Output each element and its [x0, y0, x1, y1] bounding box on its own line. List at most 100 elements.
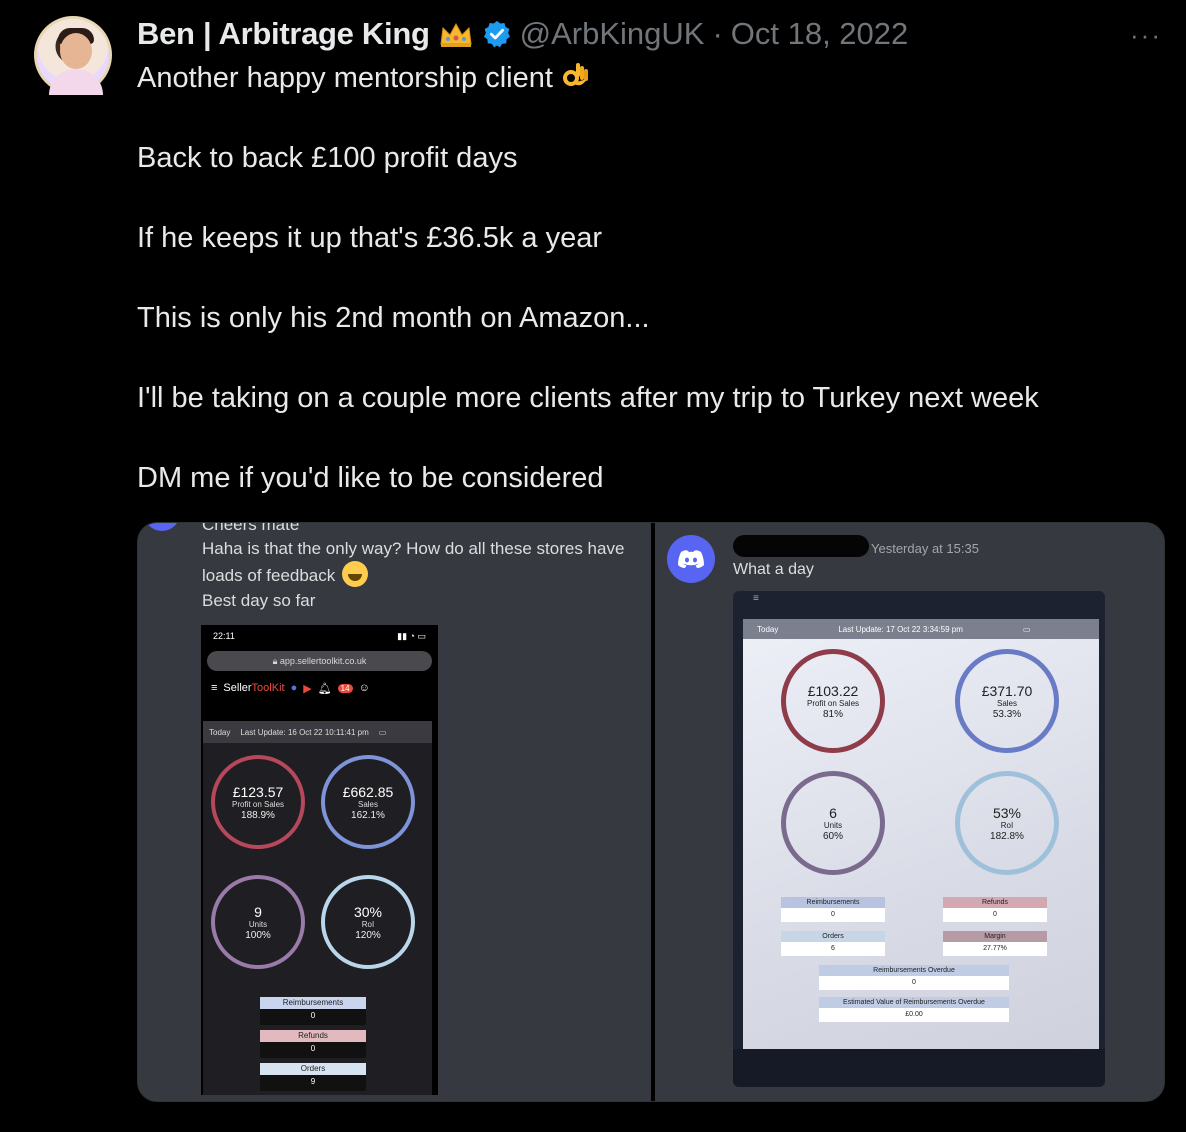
tweet-text: Another happy mentorship client Back to … [137, 58, 1157, 538]
chat-message-3: Best day so far [202, 591, 316, 610]
discord-logo-icon [667, 535, 715, 583]
chat-message-1: Haha is that the only way? How do all th… [202, 539, 625, 558]
monitor-tag-reimbursements: Reimbursements 0 [781, 897, 885, 923]
monitor-tag-orders-label: Orders [781, 931, 885, 942]
ring-profit: £123.57 Profit on Sales 188.9% [211, 755, 305, 849]
ring-profit-pct: 188.9% [241, 809, 275, 821]
author-handle[interactable]: @ArbKingUK [520, 16, 705, 52]
discord-message: What a day [733, 561, 814, 578]
ring-profit-label: Profit on Sales [231, 799, 285, 809]
author-avatar[interactable] [34, 16, 112, 95]
monitor-ring-profit-pct: 81% [822, 708, 843, 720]
ring-roi-pct: 120% [355, 929, 381, 941]
monitor-today: Today [757, 624, 779, 634]
tweet-date[interactable]: Oct 18, 2022 [731, 16, 909, 52]
monitor-tag-est-value-value: £0.00 [819, 1008, 1009, 1022]
monitor-last-update: Last Update: 17 Oct 22 3:34:59 pm [838, 624, 963, 634]
ring-units-label: Units [248, 919, 268, 929]
phone-url: app.sellertoolkit.co.uk [279, 656, 367, 666]
phone-today: Today [209, 727, 231, 737]
monitor-tag-reimb-overdue: Reimbursements Overdue 0 [819, 965, 1009, 991]
pill-orders-label: Orders [260, 1063, 366, 1075]
left-screenshot[interactable]: Cheers mate Haha is that the only way? H… [138, 522, 651, 1101]
pill-reimbursements-label: Reimbursements [260, 997, 366, 1009]
phone-url-bar: 🔒︎ app.sellertoolkit.co.uk [207, 651, 432, 671]
phone-dash-topbar: Today Last Update: 16 Oct 22 10:11:41 pm… [203, 721, 432, 743]
pill-refunds: Refunds 0 [260, 1030, 366, 1058]
avatar-shirt [49, 69, 103, 95]
monitor-ring-roi-value: 53% [992, 804, 1022, 821]
ring-roi: 30% RoI 120% [321, 875, 415, 969]
verified-badge-icon[interactable] [482, 19, 512, 49]
pill-reimbursements: Reimbursements 0 [260, 997, 366, 1025]
facebook-icon: ● [290, 682, 298, 694]
monitor-tag-est-value-label: Estimated Value of Reimbursements Overdu… [819, 997, 1009, 1008]
monitor-ring-sales-value: £371.70 [981, 682, 1033, 699]
brand-toolkit: ToolKit [251, 682, 285, 694]
redacted-username [733, 535, 869, 557]
chat-message-2: loads of feedback [202, 561, 368, 588]
more-options-icon[interactable]: ··· [1130, 20, 1162, 51]
monitor-tag-reimbursements-value: 0 [781, 908, 885, 922]
monitor-ring-roi: 53% RoI 182.8% [955, 771, 1059, 875]
chat-cut-message: Cheers mate [202, 522, 300, 534]
chat-avatar [144, 523, 180, 531]
monitor-tag-margin: Margin 27.77% [943, 931, 1047, 957]
monitor-tag-orders: Orders 6 [781, 931, 885, 957]
tweet-line-5: I'll be taking on a couple more clients … [137, 382, 1039, 414]
tweet-media[interactable]: Cheers mate Haha is that the only way? H… [137, 522, 1165, 1102]
monitor-ring-profit-label: Profit on Sales [806, 698, 860, 708]
monitor-screen: Today Last Update: 17 Oct 22 3:34:59 pm … [743, 619, 1099, 1049]
ring-units-pct: 100% [245, 929, 271, 941]
phone-dashboard: Today Last Update: 16 Oct 22 10:11:41 pm… [203, 721, 432, 1095]
monitor-tag-reimb-overdue-label: Reimbursements Overdue [819, 965, 1009, 976]
monitor-bottom-bezel [733, 1049, 1105, 1087]
monitor-calendar-icon: ▭ [1022, 624, 1031, 634]
monitor-tag-refunds-label: Refunds [943, 897, 1047, 908]
bell-icon: 🔔︎ [317, 682, 332, 695]
phone-app-nav: ≡ Seller ToolKit ● ▶ 🔔︎ 14 ☺ [201, 671, 438, 705]
monitor-ring-units-label: Units [823, 820, 843, 830]
monitor-tag-reimb-overdue-value: 0 [819, 976, 1009, 990]
monitor-tag-margin-value: 27.77% [943, 942, 1047, 956]
ring-units-value: 9 [254, 903, 262, 920]
monitor-tag-refunds: Refunds 0 [943, 897, 1047, 923]
separator-dot: · [712, 16, 723, 51]
ring-profit-value: £123.57 [232, 783, 284, 800]
monitor-ring-profit: £103.22 Profit on Sales 81% [781, 649, 885, 753]
lock-icon: 🔒︎ [272, 656, 278, 666]
tweet-line-4: This is only his 2nd month on Amazon... [137, 302, 650, 334]
monitor-topbar: Today Last Update: 17 Oct 22 3:34:59 pm … [743, 619, 1099, 639]
ring-roi-label: RoI [361, 919, 375, 929]
tweet-line-6: DM me if you'd like to be considered [137, 462, 604, 494]
tweet-line-3: If he keeps it up that's £36.5k a year [137, 222, 602, 254]
monitor-ring-units: 6 Units 60% [781, 771, 885, 875]
monitor-tag-est-value: Estimated Value of Reimbursements Overdu… [819, 997, 1009, 1023]
pill-refunds-label: Refunds [260, 1030, 366, 1042]
ring-sales: £662.85 Sales 162.1% [321, 755, 415, 849]
phone-last-update: Last Update: 16 Oct 22 10:11:41 pm [240, 727, 369, 737]
pill-refunds-value: 0 [310, 1044, 316, 1053]
ring-sales-value: £662.85 [342, 783, 394, 800]
monitor-ring-roi-pct: 182.8% [990, 830, 1024, 842]
monitor-ring-units-value: 6 [829, 804, 837, 821]
right-screenshot[interactable]: Yesterday at 15:35 What a day ≡ Today La… [655, 523, 1164, 1101]
pill-orders-value: 9 [310, 1077, 316, 1086]
monitor-ring-sales: £371.70 Sales 53.3% [955, 649, 1059, 753]
notification-count: 14 [337, 683, 353, 693]
user-icon: ☺ [358, 682, 370, 694]
monitor-tag-margin-label: Margin [943, 931, 1047, 942]
author-name[interactable]: Ben | Arbitrage King [137, 16, 430, 52]
pill-orders: Orders 9 [260, 1063, 366, 1091]
ring-roi-value: 30% [353, 903, 383, 920]
signal-battery-icon: ▮▮ ◔ ▭ [397, 630, 426, 641]
ring-units: 9 Units 100% [211, 875, 305, 969]
ok-hand-emoji-icon [559, 59, 591, 91]
dashboard-photo: ≡ Today Last Update: 17 Oct 22 3:34:59 p… [733, 591, 1105, 1087]
menu-icon: ≡ [211, 682, 218, 694]
phone-screenshot: 22:11 ▮▮ ◔ ▭ 🔒︎ app.sellertoolkit.co.uk … [201, 625, 438, 1095]
monitor-tag-reimbursements-label: Reimbursements [781, 897, 885, 908]
avatar-face [60, 33, 92, 69]
monitor-ring-sales-label: Sales [996, 698, 1017, 708]
monitor-ring-units-pct: 60% [822, 830, 843, 842]
